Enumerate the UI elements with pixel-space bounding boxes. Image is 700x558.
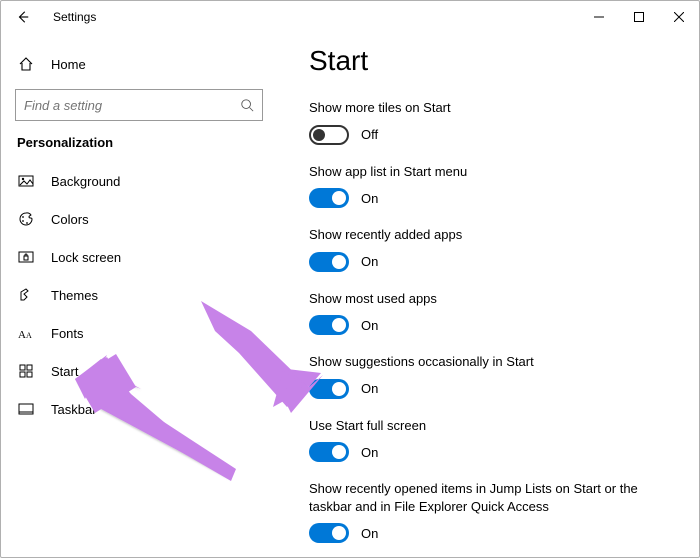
toggle-state: On [361,318,378,333]
setting-recently-added: Show recently added apps On [309,226,679,272]
setting-suggestions: Show suggestions occasionally in Start O… [309,353,679,399]
toggle-jump-lists[interactable] [309,523,349,543]
setting-label: Show recently added apps [309,226,679,244]
nav-home-label: Home [51,57,86,72]
content-container: Home Personalization Background Colors L… [1,33,699,557]
home-icon [17,55,35,73]
nav-start[interactable]: Start [9,352,273,390]
setting-app-list: Show app list in Start menu On [309,163,679,209]
nav-item-label: Colors [51,212,89,227]
page-title: Start [309,45,679,77]
toggle-state: On [361,526,378,541]
sidebar: Home Personalization Background Colors L… [1,33,273,557]
setting-label: Show more tiles on Start [309,99,679,117]
nav-item-label: Fonts [51,326,84,341]
svg-text:A: A [26,331,32,340]
setting-full-screen: Use Start full screen On [309,417,679,463]
nav-home[interactable]: Home [9,45,273,83]
setting-label: Show most used apps [309,290,679,308]
nav-lock-screen[interactable]: Lock screen [9,238,273,276]
minimize-icon [594,12,604,22]
content-pane: Start Show more tiles on Start Off Show … [273,33,699,557]
nav-item-label: Themes [51,288,98,303]
setting-label: Show app list in Start menu [309,163,679,181]
setting-most-used: Show most used apps On [309,290,679,336]
toggle-state: On [361,381,378,396]
themes-icon [17,286,35,304]
toggle-most-used[interactable] [309,315,349,335]
svg-text:A: A [18,329,26,340]
taskbar-icon [17,400,35,418]
setting-jump-lists: Show recently opened items in Jump Lists… [309,480,679,543]
nav-fonts[interactable]: AA Fonts [9,314,273,352]
close-button[interactable] [659,3,699,31]
search-icon [240,98,254,112]
toggle-more-tiles[interactable] [309,125,349,145]
back-button[interactable] [9,3,37,31]
setting-label: Show suggestions occasionally in Start [309,353,679,371]
toggle-full-screen[interactable] [309,442,349,462]
nav-taskbar[interactable]: Taskbar [9,390,273,428]
nav-item-label: Start [51,364,78,379]
picture-icon [17,172,35,190]
nav-item-label: Background [51,174,120,189]
maximize-icon [634,12,644,22]
category-header: Personalization [9,131,273,162]
toggle-app-list[interactable] [309,188,349,208]
titlebar: Settings [1,1,699,33]
nav-themes[interactable]: Themes [9,276,273,314]
nav-background[interactable]: Background [9,162,273,200]
nav-colors[interactable]: Colors [9,200,273,238]
toggle-suggestions[interactable] [309,379,349,399]
fonts-icon: AA [17,324,35,342]
toggle-state: On [361,445,378,460]
window-title: Settings [53,10,96,24]
lock-screen-icon [17,248,35,266]
nav-item-label: Taskbar [51,402,97,417]
palette-icon [17,210,35,228]
setting-more-tiles: Show more tiles on Start Off [309,99,679,145]
setting-label: Show recently opened items in Jump Lists… [309,480,679,515]
search-box[interactable] [15,89,263,121]
toggle-recently-added[interactable] [309,252,349,272]
nav-item-label: Lock screen [51,250,121,265]
maximize-button[interactable] [619,3,659,31]
toggle-state: Off [361,127,378,142]
minimize-button[interactable] [579,3,619,31]
start-icon [17,362,35,380]
back-arrow-icon [16,10,30,24]
toggle-state: On [361,254,378,269]
search-input[interactable] [24,98,240,113]
setting-label: Use Start full screen [309,417,679,435]
close-icon [674,12,684,22]
toggle-state: On [361,191,378,206]
